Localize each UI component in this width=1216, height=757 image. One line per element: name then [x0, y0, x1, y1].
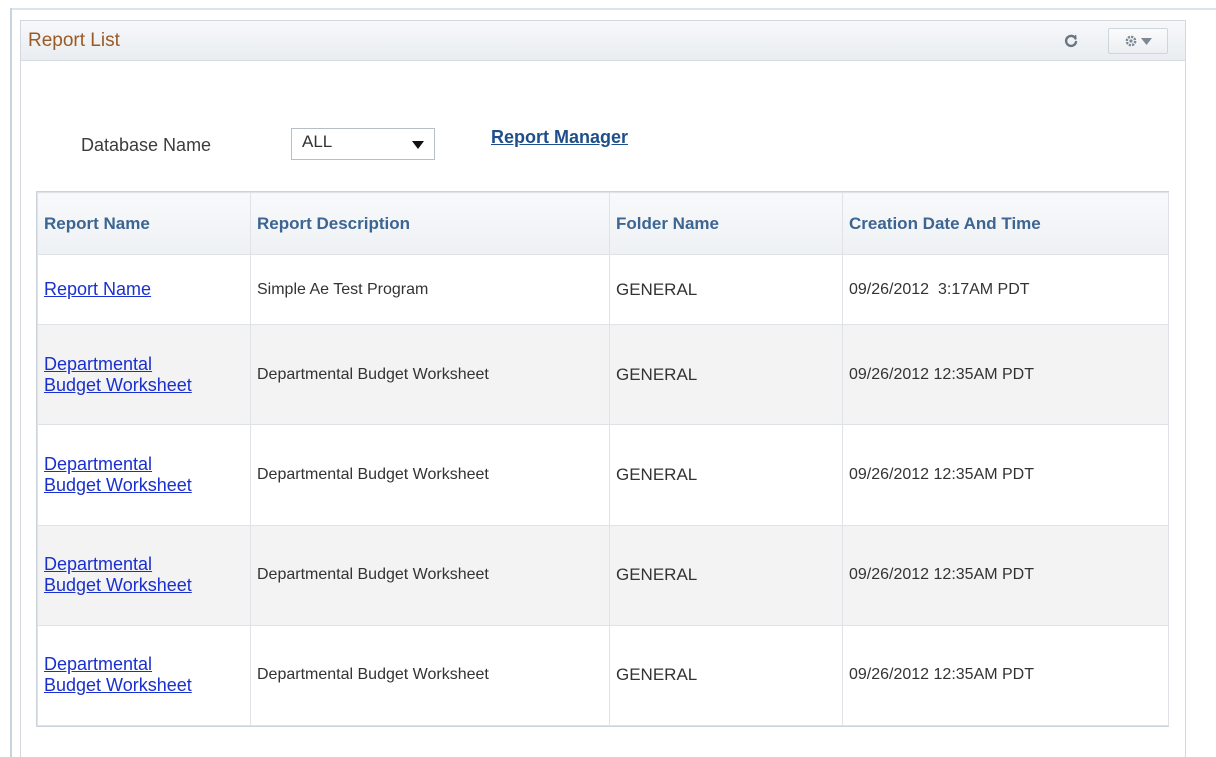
- report-name-link[interactable]: Departmental Budget Worksheet: [44, 454, 192, 495]
- chevron-down-icon: [412, 141, 424, 149]
- pagelet-title: Report List: [28, 30, 120, 51]
- column-header-report-description[interactable]: Report Description: [250, 192, 610, 255]
- report-list-grid: Report Name Report Description Folder Na…: [36, 191, 1169, 727]
- database-name-select-value: ALL: [302, 132, 333, 151]
- report-manager-link[interactable]: Report Manager: [491, 127, 628, 148]
- folder-name-cell: GENERAL: [609, 253, 843, 326]
- pagelet-header: Report List: [21, 21, 1185, 61]
- report-description-cell: Simple Ae Test Program: [250, 253, 610, 326]
- folder-name-cell: GENERAL: [609, 324, 843, 426]
- report-description-cell: Departmental Budget Worksheet: [250, 324, 610, 426]
- report-name-cell: Departmental Budget Worksheet: [37, 624, 251, 727]
- database-name-select[interactable]: ALL: [291, 128, 435, 160]
- report-description-cell: Departmental Budget Worksheet: [250, 424, 610, 526]
- report-name-link[interactable]: Departmental Budget Worksheet: [44, 354, 192, 395]
- outer-frame-left-border: [10, 8, 12, 757]
- report-name-cell: Departmental Budget Worksheet: [37, 324, 251, 426]
- pagelet-settings-button[interactable]: [1108, 28, 1168, 54]
- creation-date-cell: 09/26/2012 12:35AM PDT: [842, 424, 1169, 526]
- report-list-table: Report Name Report Description Folder Na…: [37, 192, 1169, 727]
- column-header-folder-name[interactable]: Folder Name: [609, 192, 843, 255]
- folder-name-cell: GENERAL: [609, 524, 843, 626]
- table-row: Departmental Budget Worksheet Departmenta…: [37, 524, 1169, 626]
- table-header-row: Report Name Report Description Folder Na…: [37, 192, 1169, 255]
- report-name-cell: Departmental Budget Worksheet: [37, 524, 251, 626]
- gear-icon: [1125, 35, 1137, 47]
- folder-name-cell: GENERAL: [609, 624, 843, 727]
- report-name-cell: Report Name: [37, 253, 251, 326]
- creation-date-cell: 09/26/2012 12:35AM PDT: [842, 624, 1169, 727]
- table-row: Departmental Budget Worksheet Departmenta…: [37, 424, 1169, 526]
- folder-name-cell: GENERAL: [609, 424, 843, 526]
- report-name-link[interactable]: Departmental Budget Worksheet: [44, 554, 192, 595]
- creation-date-cell: 09/26/2012 12:35AM PDT: [842, 324, 1169, 426]
- table-row: Report Name Simple Ae Test Program GENER…: [37, 253, 1169, 326]
- table-row: Departmental Budget Worksheet Departmenta…: [37, 324, 1169, 426]
- creation-date-cell: 09/26/2012 12:35AM PDT: [842, 524, 1169, 626]
- refresh-button[interactable]: [1060, 30, 1082, 52]
- report-list-pagelet: Report List Database Name ALL Report Man…: [20, 20, 1186, 757]
- report-name-link[interactable]: Departmental Budget Worksheet: [44, 654, 192, 695]
- creation-date-cell: 09/26/2012 3:17AM PDT: [842, 253, 1169, 326]
- report-name-link[interactable]: Report Name: [44, 279, 151, 299]
- chevron-down-icon: [1141, 37, 1152, 45]
- outer-frame-top-border: [10, 8, 1216, 10]
- report-description-cell: Departmental Budget Worksheet: [250, 624, 610, 727]
- table-row: Departmental Budget Worksheet Departmenta…: [37, 624, 1169, 727]
- refresh-icon: [1064, 34, 1078, 48]
- report-name-cell: Departmental Budget Worksheet: [37, 424, 251, 526]
- column-header-creation-date[interactable]: Creation Date And Time: [842, 192, 1169, 255]
- report-description-cell: Departmental Budget Worksheet: [250, 524, 610, 626]
- database-name-label: Database Name: [81, 135, 212, 155]
- column-header-report-name[interactable]: Report Name: [37, 192, 251, 255]
